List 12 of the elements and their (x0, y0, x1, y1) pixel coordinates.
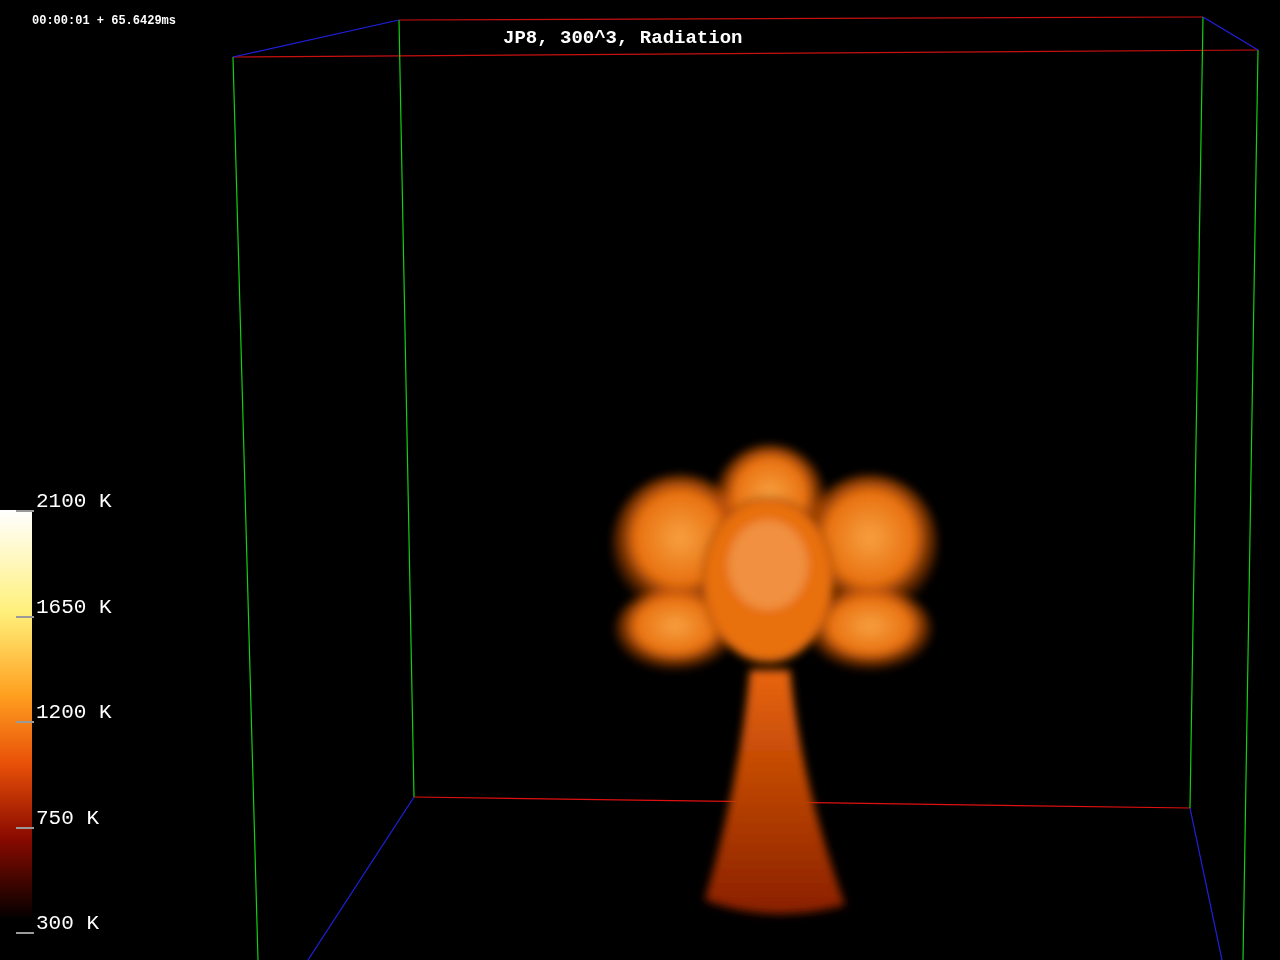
tick-mark (16, 721, 34, 723)
plot-title: JP8, 300^3, Radiation (503, 26, 743, 51)
colorbar-label: 300 K (36, 911, 99, 937)
colorbar-label: 2100 K (36, 489, 112, 515)
colorbar-label: 1200 K (36, 700, 112, 726)
tick-mark (16, 826, 34, 829)
tick-mark (16, 510, 34, 512)
colorbar-label: 1650 K (36, 594, 112, 621)
colorbar-label: 750 K (36, 805, 99, 832)
tick-mark (16, 932, 34, 934)
tick-mark (16, 615, 34, 618)
timestamp: 00:00:01 + 65.6429ms (32, 13, 177, 30)
